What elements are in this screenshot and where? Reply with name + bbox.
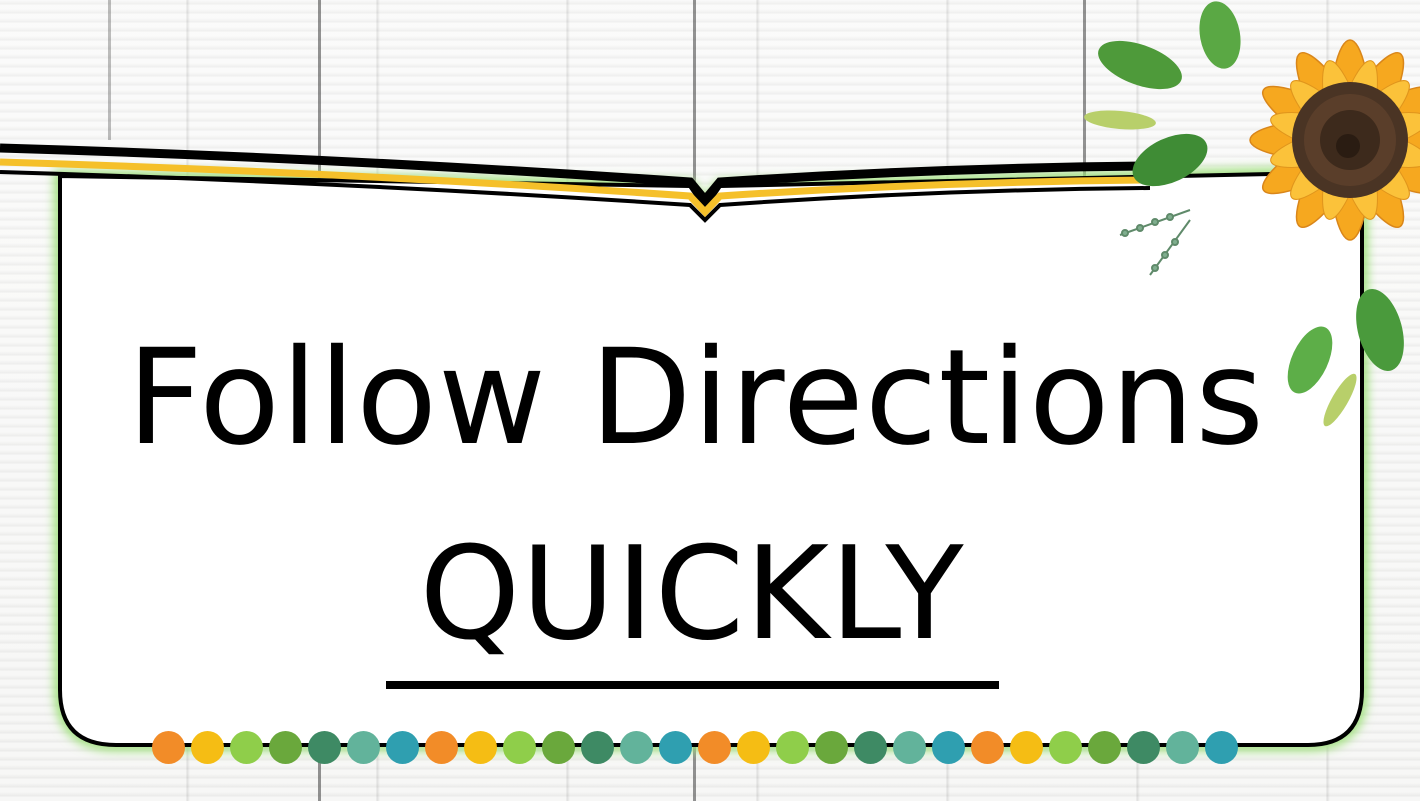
border-dot — [1049, 731, 1082, 764]
slide-title-line-2: QUICKLY — [419, 520, 965, 669]
slide-title-line-1: Follow Directions — [126, 321, 1266, 475]
border-dot — [659, 731, 692, 764]
border-dot — [425, 731, 458, 764]
border-dot — [620, 731, 653, 764]
border-dot — [776, 731, 809, 764]
border-dot — [854, 731, 887, 764]
border-dot — [1010, 731, 1043, 764]
border-dot — [542, 731, 575, 764]
border-dot — [191, 731, 224, 764]
border-dot — [581, 731, 614, 764]
border-dot — [1127, 731, 1160, 764]
border-dot — [308, 731, 341, 764]
border-dot — [932, 731, 965, 764]
title-underline — [386, 681, 999, 689]
border-dot — [347, 731, 380, 764]
border-dot — [1205, 731, 1238, 764]
dot-border — [152, 731, 1238, 765]
border-dot — [1088, 731, 1121, 764]
slide: Follow Directions QUICKLY — [0, 0, 1420, 801]
border-dot — [815, 731, 848, 764]
border-dot — [269, 731, 302, 764]
border-dot — [971, 731, 1004, 764]
border-dot — [230, 731, 263, 764]
border-dot — [503, 731, 536, 764]
border-dot — [893, 731, 926, 764]
border-dot — [152, 731, 185, 764]
border-dot — [1166, 731, 1199, 764]
border-dot — [737, 731, 770, 764]
border-dot — [386, 731, 419, 764]
border-dot — [464, 731, 497, 764]
border-dot — [698, 731, 731, 764]
